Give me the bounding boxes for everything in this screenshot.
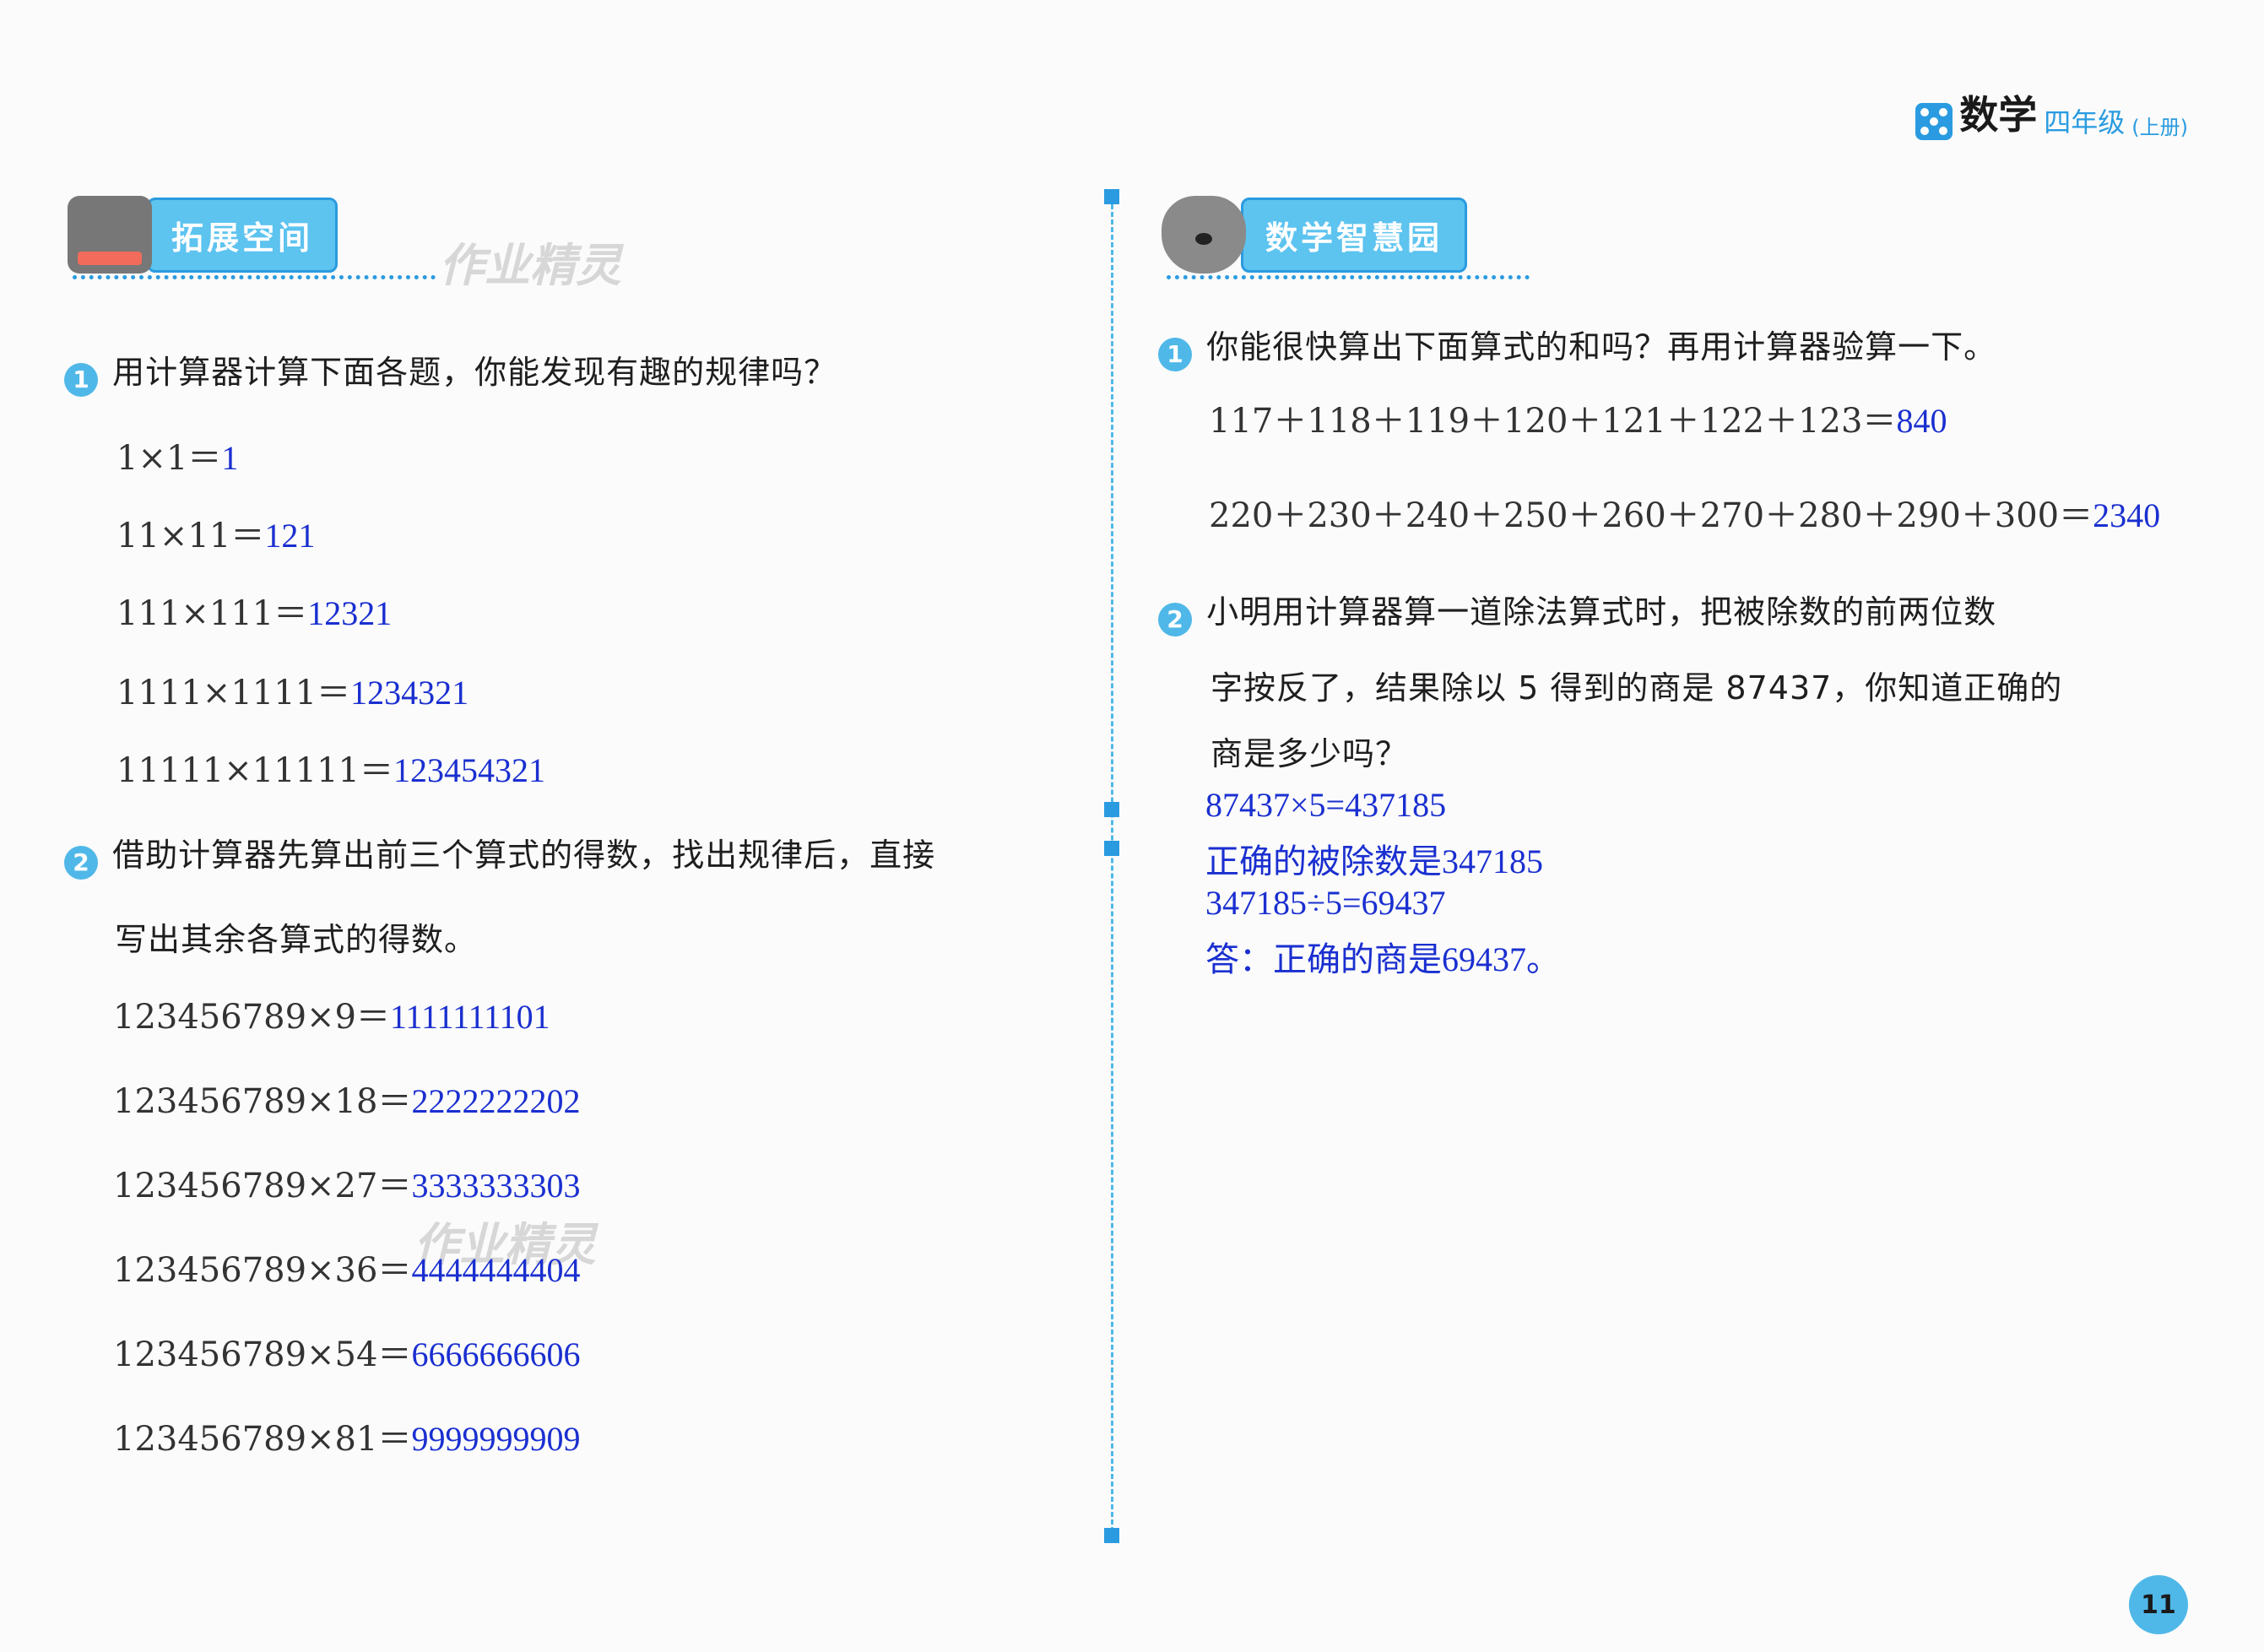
- work-line: 87437×5=437185: [1205, 786, 1447, 824]
- divider-marker: [1104, 189, 1119, 204]
- divider-marker: [1104, 841, 1119, 856]
- equation-row: 117＋118＋119＋120＋121＋122＋123＝840: [1209, 393, 1947, 442]
- brand-title: 数学: [1959, 92, 2038, 138]
- work-line: 正确的被除数是347185: [1205, 842, 1543, 880]
- answer: 1: [221, 439, 239, 477]
- equation-expr: 11111×11111＝: [116, 751, 394, 790]
- equation-row: 123456789×27＝3333333303: [113, 1158, 580, 1207]
- question-number: 2: [64, 845, 98, 880]
- question-text: 你能很快算出下面算式的和吗？再用计算器验算一下。: [1206, 328, 1997, 366]
- answer: 12321: [307, 594, 393, 632]
- equation-expr: 123456789×18＝: [113, 1082, 412, 1121]
- equation-expr: 123456789×36＝: [113, 1251, 412, 1290]
- equation-row: 123456789×9＝1111111101: [113, 989, 550, 1038]
- divider-marker: [1104, 802, 1119, 817]
- watermark: 作业精灵: [439, 239, 621, 292]
- question-number: 1: [1158, 337, 1192, 371]
- equation-expr: 123456789×9＝: [113, 998, 391, 1037]
- answer: 4444444404: [411, 1251, 581, 1289]
- question-2: 2 借助计算器先算出前三个算式的得数，找出规律后，直接: [64, 829, 935, 880]
- answer: 1234321: [350, 674, 469, 712]
- work-line: 答：正确的商是69437。: [1205, 940, 1560, 978]
- grade-label: 四年级: [2044, 106, 2126, 138]
- work-line: 347185÷5=69437: [1205, 884, 1446, 922]
- equation-expr: 123456789×54＝: [113, 1335, 412, 1374]
- page-header: 数学 四年级 (上册): [1915, 84, 2188, 140]
- question-number: 1: [64, 362, 98, 397]
- equation-row: 1111×1111＝1234321: [116, 665, 469, 714]
- equation-expr: 123456789×27＝: [113, 1167, 412, 1205]
- section-title: 拓展空间: [147, 197, 339, 273]
- answer: 2222222202: [411, 1082, 581, 1120]
- equation-expr: 111×111＝: [116, 594, 308, 633]
- answer: 1111111101: [390, 998, 550, 1036]
- equation-row: 123456789×36＝4444444404: [113, 1243, 580, 1292]
- question-text-continued: 写出其余各算式的得数。: [115, 921, 478, 958]
- equation-expr: 11×11＝: [116, 517, 265, 555]
- equation-row: 11×11＝121: [116, 508, 315, 557]
- cat-mascot-icon: [1162, 196, 1246, 274]
- question-text-continued: 字按反了，结果除以 5 得到的商是 87437，你知道正确的: [1211, 669, 2063, 707]
- question-text: 用计算器计算下面各题，你能发现有趣的规律吗？: [112, 354, 837, 391]
- equation-expr: 117＋118＋119＋120＋121＋122＋123＝: [1209, 402, 1897, 441]
- answer: 9999999909: [411, 1420, 581, 1458]
- question-1: 1 用计算器计算下面各题，你能发现有趣的规律吗？: [64, 346, 837, 397]
- right-section-header: 数学智慧园: [1162, 196, 1530, 279]
- answer: 2340: [2093, 496, 2161, 534]
- equation-row: 11111×11111＝123454321: [116, 743, 545, 792]
- bear-mascot-icon: [68, 196, 152, 274]
- question-text: 借助计算器先算出前三个算式的得数，找出规律后，直接: [112, 837, 936, 874]
- question-text: 小明用计算器算一道除法算式时，把被除数的前两位数: [1206, 593, 1997, 631]
- divider-marker: [1104, 1528, 1119, 1543]
- answer: 6666666606: [411, 1335, 581, 1373]
- answer: 121: [264, 517, 316, 555]
- equation-expr: 220＋230＋240＋250＋260＋270＋280＋290＋300＝: [1209, 496, 2093, 535]
- page-number: 11: [2129, 1575, 2188, 1634]
- question-2: 2 小明用计算器算一道除法算式时，把被除数的前两位数: [1158, 586, 1996, 636]
- term-label: (上册): [2131, 116, 2188, 139]
- equation-row: 123456789×81＝9999999909: [113, 1411, 580, 1460]
- equation-row: 111×111＝12321: [116, 586, 392, 635]
- question-text-continued: 商是多少吗？: [1211, 735, 1409, 772]
- section-title: 数学智慧园: [1241, 197, 1468, 273]
- answer: 840: [1896, 402, 1947, 440]
- answer: 123454321: [393, 751, 546, 789]
- question-1: 1 你能很快算出下面算式的和吗？再用计算器验算一下。: [1158, 321, 1996, 371]
- left-section-header: 拓展空间: [68, 196, 436, 279]
- equation-expr: 123456789×81＝: [113, 1420, 412, 1459]
- equation-expr: 1×1＝: [116, 439, 222, 478]
- equation-row: 123456789×54＝6666666606: [113, 1327, 580, 1376]
- answer: 3333333303: [411, 1167, 581, 1205]
- brand-logo-icon: [1915, 103, 1953, 140]
- question-number: 2: [1158, 602, 1192, 636]
- equation-row: 220＋230＋240＋250＋260＋270＋280＋290＋300＝2340: [1209, 488, 2160, 537]
- page-divider: [1111, 189, 1113, 1540]
- equation-row: 123456789×18＝2222222202: [113, 1074, 580, 1123]
- equation-expr: 1111×1111＝: [116, 674, 351, 712]
- equation-row: 1×1＝1: [116, 431, 238, 479]
